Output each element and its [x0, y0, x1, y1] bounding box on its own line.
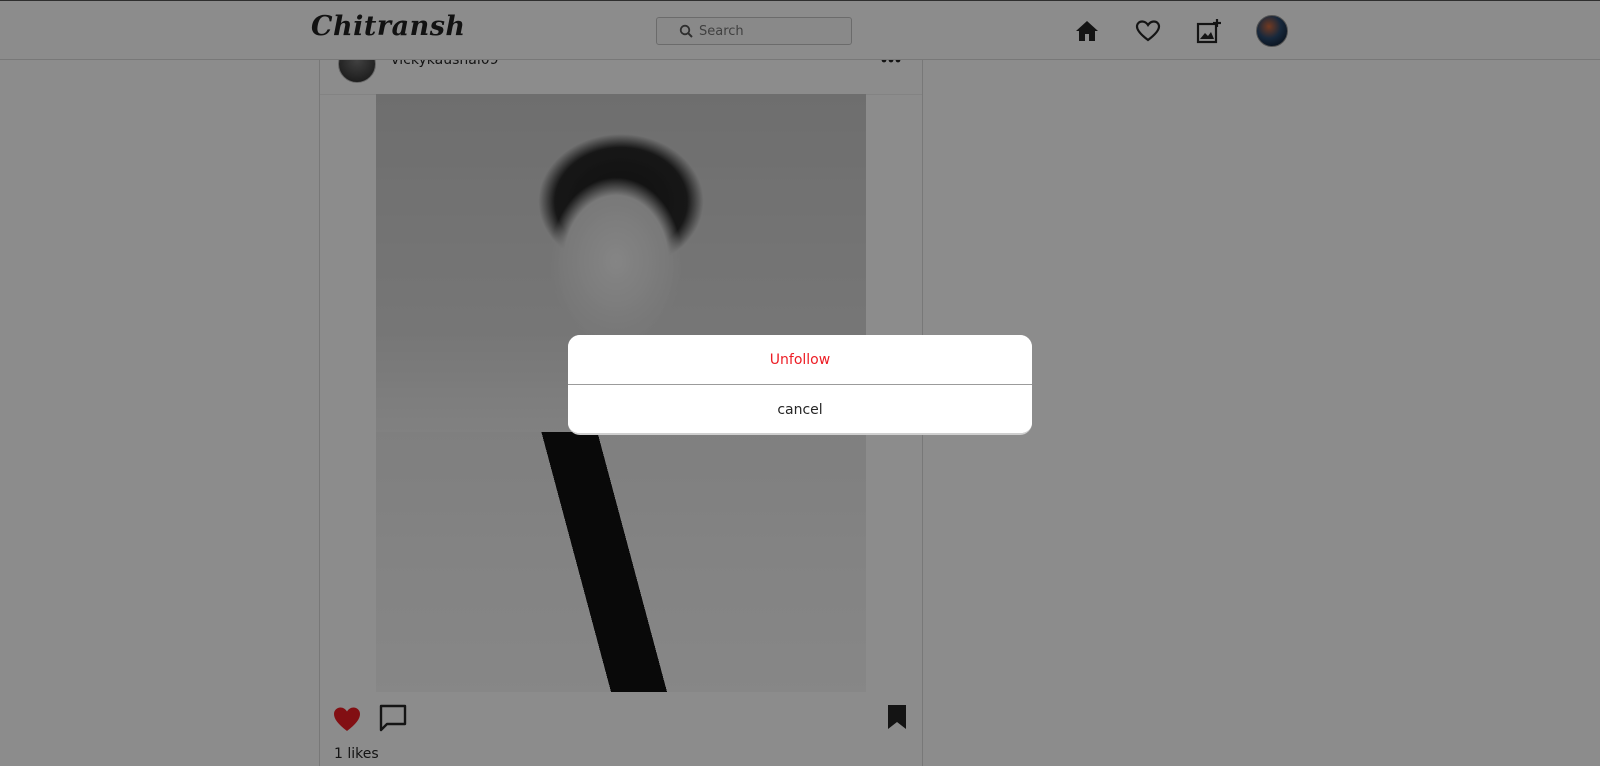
- page: Chitransh Search vickykaushal09 1 likes …: [0, 0, 1600, 766]
- cancel-button[interactable]: cancel: [568, 385, 1032, 433]
- unfollow-button[interactable]: Unfollow: [568, 335, 1032, 385]
- unfollow-dialog: Unfollow cancel: [568, 335, 1032, 435]
